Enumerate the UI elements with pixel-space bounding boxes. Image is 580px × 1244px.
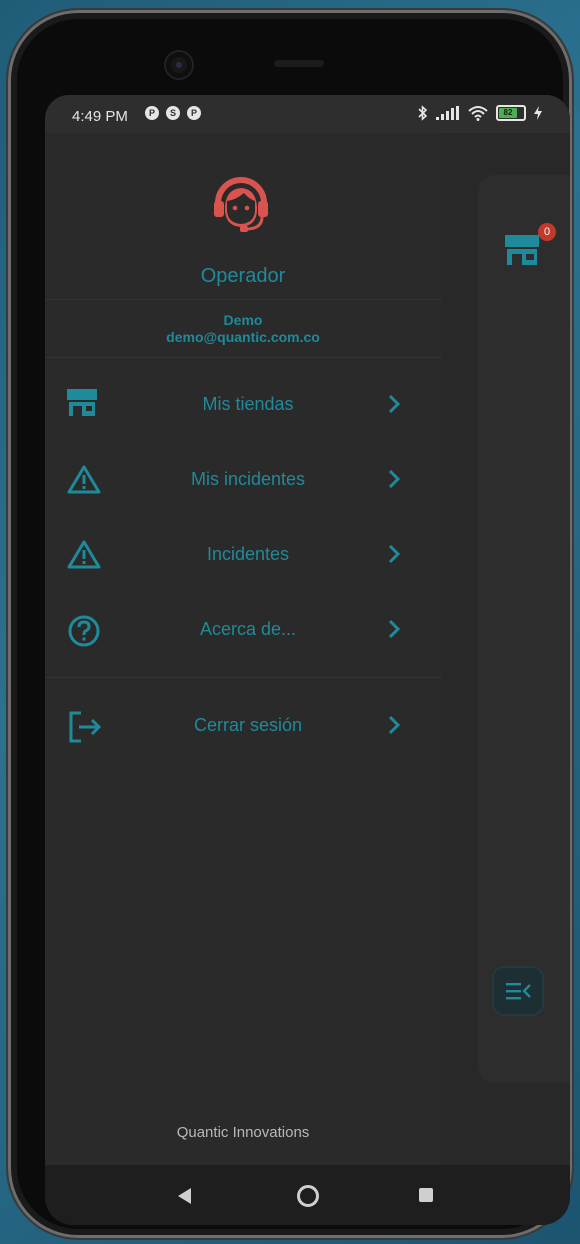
navigation-drawer: Operador Demo demo@quantic.com.co Mis ti… — [45, 133, 441, 1165]
system-nav-bar — [45, 1165, 570, 1225]
chevron-right-icon — [388, 394, 401, 414]
notification-icons: P S P — [145, 106, 201, 120]
drawer-item-incidentes[interactable]: Incidentes — [45, 529, 441, 581]
user-role: Operador — [200, 265, 286, 287]
drawer-item-label: Acerca de... — [199, 619, 297, 639]
drawer-item-cerrar-sesion[interactable]: Cerrar sesión — [45, 700, 441, 752]
menu-toggle-button[interactable] — [492, 966, 544, 1016]
help-circle-icon — [68, 615, 100, 647]
phone-frame: 4:49 PM P S P 82 0 Operador Demo demo@qu… — [8, 10, 572, 1238]
notification-icon: P — [145, 106, 159, 120]
warning-icon — [67, 540, 101, 569]
warning-icon — [67, 465, 101, 494]
drawer-item-label: Mis tiendas — [202, 394, 294, 414]
drawer-item-mis-tiendas[interactable]: Mis tiendas — [45, 379, 441, 431]
back-nav-icon[interactable] — [178, 1188, 191, 1204]
user-name: Demo — [223, 312, 263, 328]
drawer-item-label: Mis incidentes — [190, 469, 306, 489]
drawer-item-mis-incidentes[interactable]: Mis incidentes — [45, 454, 441, 506]
home-nav-icon[interactable] — [297, 1185, 319, 1207]
store-icon — [67, 389, 97, 416]
status-time: 4:49 PM — [72, 108, 128, 125]
drawer-footer: Quantic Innovations — [176, 1124, 310, 1141]
divider — [45, 299, 441, 300]
drawer-item-label: Cerrar sesión — [193, 715, 303, 735]
logout-icon — [69, 711, 102, 743]
battery-level: 82 — [499, 108, 517, 118]
operator-headset-icon — [214, 177, 268, 232]
chevron-right-icon — [388, 715, 401, 735]
recents-nav-icon[interactable] — [419, 1188, 433, 1202]
chevron-right-icon — [388, 544, 401, 564]
notification-icon: P — [187, 106, 201, 120]
bluetooth-icon — [418, 105, 428, 121]
wifi-icon — [468, 106, 488, 121]
store-icon[interactable] — [505, 235, 539, 267]
notification-icon: S — [166, 106, 180, 120]
chevron-right-icon — [388, 619, 401, 639]
drawer-item-label: Incidentes — [206, 544, 290, 564]
menu-open-icon — [506, 983, 531, 1000]
divider — [45, 357, 441, 358]
user-email: demo@quantic.com.co — [166, 329, 320, 345]
status-right: 82 — [418, 105, 542, 121]
screen: 4:49 PM P S P 82 0 Operador Demo demo@qu… — [45, 95, 570, 1225]
charging-icon — [534, 106, 542, 120]
main-content-panel: 0 — [478, 175, 570, 1083]
store-count-badge: 0 — [538, 223, 556, 241]
divider — [45, 677, 441, 678]
earpiece-speaker — [274, 60, 324, 67]
signal-icon — [436, 106, 459, 120]
front-camera — [166, 52, 192, 78]
drawer-item-acerca-de[interactable]: Acerca de... — [45, 604, 441, 656]
status-bar: 4:49 PM P S P 82 — [45, 95, 570, 133]
chevron-right-icon — [388, 469, 401, 489]
battery-icon: 82 — [496, 105, 526, 121]
